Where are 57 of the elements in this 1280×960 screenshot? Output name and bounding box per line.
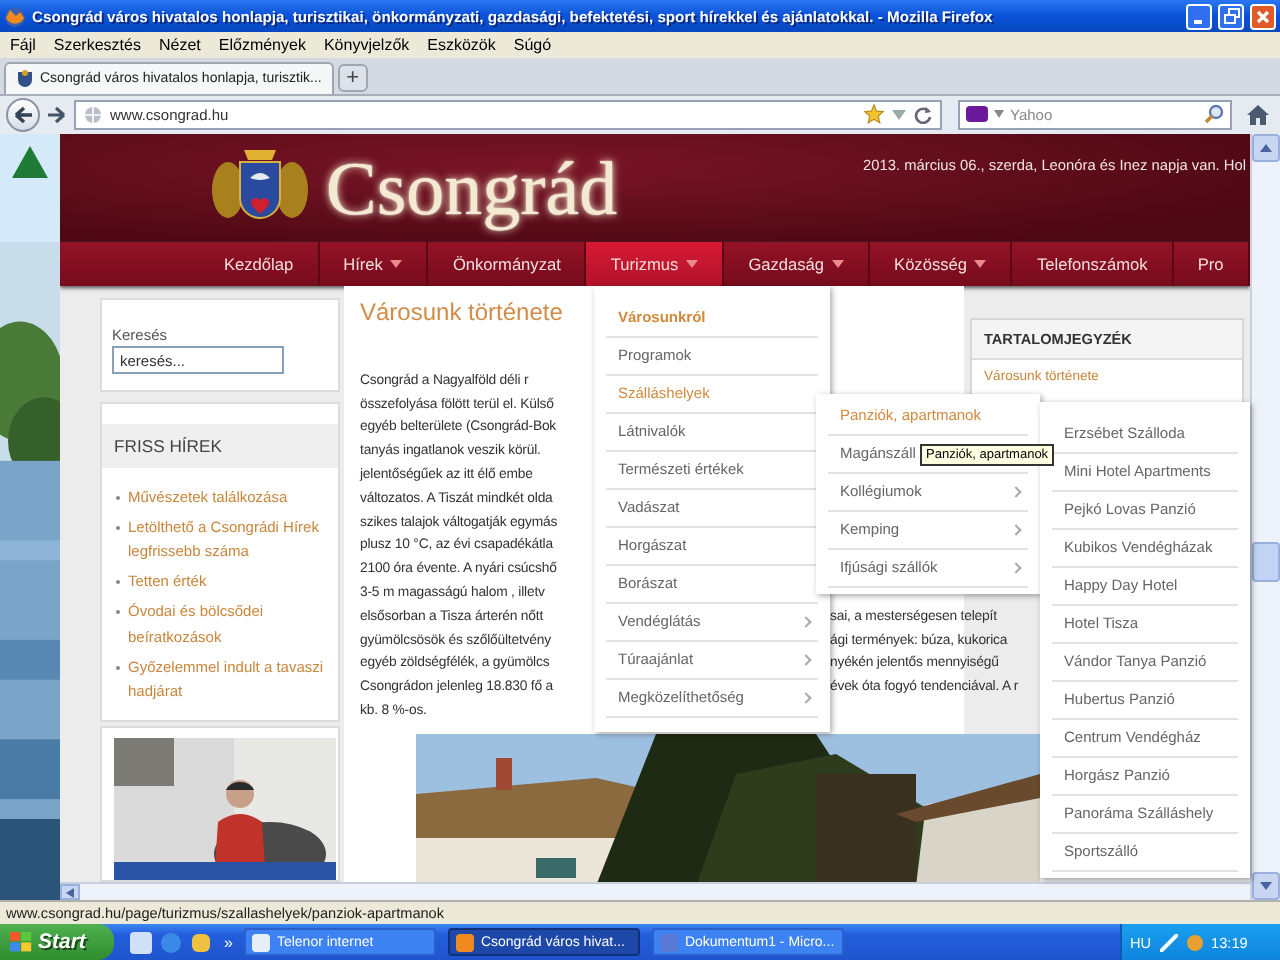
chevron-icon xyxy=(800,615,812,628)
scroll-left-button[interactable] xyxy=(60,884,80,901)
caret-icon[interactable] xyxy=(994,110,1004,119)
star-icon[interactable] xyxy=(864,104,884,125)
window-icon xyxy=(660,933,679,952)
down-arrow-icon xyxy=(1260,882,1272,891)
app-icon xyxy=(4,5,26,27)
windows-logo-icon xyxy=(10,932,32,953)
menu-item[interactable]: Eszközök xyxy=(427,35,496,54)
chevron-icon xyxy=(1010,561,1022,574)
news-heading: FRISS HÍREK xyxy=(102,423,338,468)
up-arrow-icon[interactable] xyxy=(12,145,48,178)
caret-icon xyxy=(686,259,699,268)
article-title: Városunk története xyxy=(360,297,563,326)
nav-item[interactable]: Kezdőlap xyxy=(200,241,320,286)
reload-icon[interactable] xyxy=(914,105,932,124)
chevron-icon xyxy=(1010,523,1022,536)
window-icon xyxy=(456,933,475,952)
caret-icon xyxy=(974,259,987,268)
menu-item[interactable]: Könyvjelzők xyxy=(323,35,410,54)
scroll-up-button[interactable] xyxy=(1252,133,1280,162)
logo-icon[interactable] xyxy=(966,106,988,123)
chevron-icon xyxy=(800,691,812,704)
overflow-button[interactable]: » xyxy=(224,933,233,952)
caret-icon xyxy=(390,259,403,268)
chevron-icon xyxy=(800,653,812,666)
start-button[interactable]: Start xyxy=(0,924,114,960)
search-icon[interactable] xyxy=(1204,104,1224,125)
new-tab-button[interactable]: + xyxy=(337,63,368,92)
crest-icon xyxy=(16,69,34,88)
caret-icon xyxy=(832,259,845,268)
menu-item[interactable]: Fájl xyxy=(10,35,36,54)
menu-item[interactable]: Súgó xyxy=(513,35,552,54)
left-arrow-icon xyxy=(66,887,74,898)
nav-item[interactable]: Telefonszámok xyxy=(1012,241,1174,286)
up-arrow-icon xyxy=(1260,143,1272,152)
nav-item[interactable]: Turizmus xyxy=(586,241,725,286)
forward-button[interactable] xyxy=(46,105,66,124)
back-button[interactable] xyxy=(6,97,40,132)
scroll-thumb[interactable] xyxy=(1252,541,1280,582)
restore-icon xyxy=(1223,8,1239,24)
scroll-down-button[interactable] xyxy=(1252,872,1280,901)
close-button[interactable] xyxy=(1250,3,1276,29)
minimize-button[interactable] xyxy=(1186,3,1212,29)
back-arrow-icon xyxy=(13,105,33,124)
home-icon[interactable] xyxy=(1246,103,1270,126)
caret-icon[interactable] xyxy=(892,109,906,120)
window-icon xyxy=(252,933,271,952)
close-icon xyxy=(1256,9,1270,23)
menu-item[interactable]: Előzmények xyxy=(218,35,306,54)
chevron-icon xyxy=(1010,485,1022,498)
globe-icon xyxy=(84,105,102,124)
desktop-icon[interactable] xyxy=(130,931,152,954)
restore-button[interactable] xyxy=(1218,3,1244,29)
menu-item[interactable]: Nézet xyxy=(158,35,201,54)
site-title: Csongrád xyxy=(326,145,618,234)
menu-item[interactable]: Szerkesztés xyxy=(53,35,141,54)
